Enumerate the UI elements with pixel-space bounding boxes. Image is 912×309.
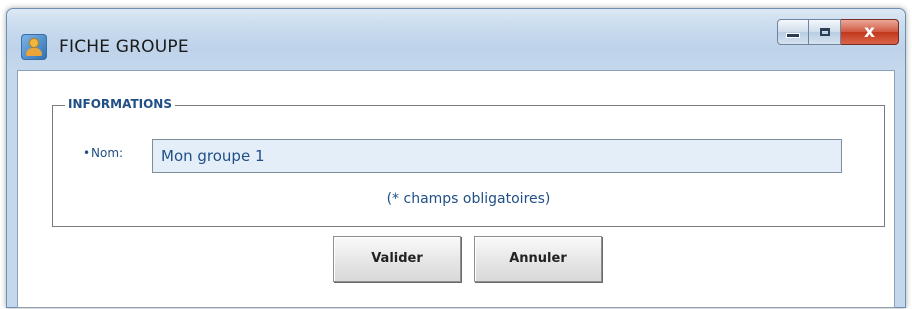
group-legend: INFORMATIONS (65, 97, 175, 111)
close-button[interactable]: x (841, 19, 899, 45)
dialog-content: INFORMATIONS • Nom: (* champs obligatoir… (17, 70, 895, 308)
close-icon: x (864, 22, 875, 42)
validate-button[interactable]: Valider (333, 236, 461, 282)
title-bar[interactable]: FICHE GROUPE x (7, 9, 905, 71)
cancel-button[interactable]: Annuler (474, 236, 602, 282)
maximize-button[interactable] (809, 19, 841, 45)
minimize-icon (787, 33, 799, 37)
window-title: FICHE GROUPE (59, 37, 189, 57)
required-fields-note: (* champs obligatoires) (386, 191, 551, 207)
name-label: Nom: (91, 146, 124, 160)
required-marker: • (83, 146, 91, 160)
name-input[interactable] (152, 139, 842, 173)
dialog-window: FICHE GROUPE x INFORMATIONS • Nom: (* ch… (6, 8, 906, 308)
informations-group: INFORMATIONS • Nom: (* champs obligatoir… (52, 97, 885, 227)
app-group-icon (21, 34, 47, 60)
minimize-button[interactable] (777, 19, 809, 45)
maximize-icon (819, 28, 830, 36)
window-controls: x (777, 19, 899, 45)
